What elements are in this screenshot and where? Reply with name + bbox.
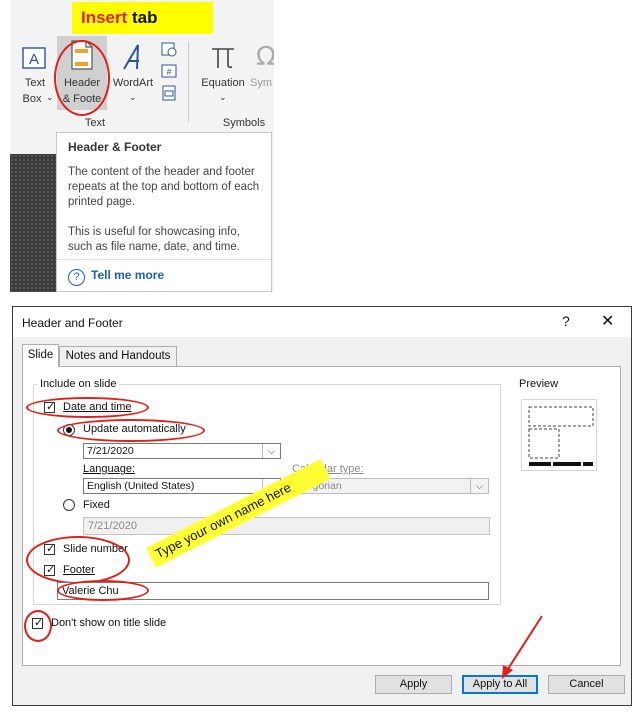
group-divider [188, 42, 189, 122]
omega-icon: Ω [256, 42, 274, 72]
preview-label: Preview [516, 378, 562, 390]
cancel-button[interactable]: Cancel [548, 675, 625, 694]
wordart-label: WordArt [112, 77, 154, 89]
svg-text:#: # [166, 67, 171, 77]
chevron-down-icon: ⌄ [219, 92, 227, 102]
text-box-label-2: Box [22, 93, 42, 105]
group-label-symbols: Symbols [222, 117, 266, 129]
chevron-down-icon: ⌵ [470, 479, 488, 493]
tell-me-more-label: Tell me more [91, 268, 165, 282]
tooltip-title: Header & Footer [68, 140, 162, 154]
chevron-down-icon: ⌄ [46, 92, 54, 102]
include-on-slide-label: Include on slide [37, 378, 120, 390]
tooltip: Header & Footer The content of the heade… [56, 132, 272, 292]
arrow-annotation-icon [502, 615, 543, 679]
wordart-icon [123, 44, 139, 70]
help-button[interactable]: ? [562, 313, 570, 329]
text-box-label-1: Text [24, 77, 46, 89]
insert-tab-note: Insert tab [72, 2, 213, 34]
slide-preview-icon [528, 406, 594, 466]
symbol-button[interactable]: Ω Sym [250, 42, 274, 112]
tooltip-para-2: This is useful for showcasing info, such… [68, 226, 240, 253]
language-label: Language: [83, 463, 135, 475]
tooltip-para-1: The content of the header and footer rep… [68, 166, 260, 208]
slide-number-small-button[interactable]: # [160, 62, 178, 80]
update-automatically-highlight-oval [57, 419, 205, 442]
tab-notes-handouts[interactable]: Notes and Handouts [59, 346, 177, 367]
dialog-titlebar: Header and Footer ? ✕ [13, 307, 631, 337]
object-small-button[interactable] [160, 84, 178, 102]
slide-canvas-background [10, 154, 56, 292]
apply-button[interactable]: Apply [375, 675, 452, 694]
slide-number-icon: # [161, 64, 177, 78]
dont-show-title-label: Don't show on title slide [51, 617, 167, 629]
text-box-button[interactable]: A Text Box ⌄ [14, 42, 56, 112]
object-icon [162, 85, 176, 101]
fixed-date-input[interactable]: 7/21/2020 [83, 517, 490, 535]
tab-slide[interactable]: Slide [22, 344, 59, 367]
close-button[interactable]: ✕ [601, 311, 614, 331]
dialog-title: Header and Footer [22, 316, 123, 330]
group-label-text: Text [84, 117, 106, 129]
tell-me-more-link[interactable]: ? Tell me more [68, 268, 164, 286]
preview-thumbnail [521, 399, 597, 471]
chevron-down-icon: ⌄ [129, 92, 137, 102]
date-time-highlight-oval [26, 397, 149, 418]
equation-button[interactable]: Equation ⌄ [196, 42, 250, 112]
text-box-icon: A [22, 47, 46, 69]
slide-number-footer-highlight-oval [26, 536, 130, 584]
tooltip-divider [57, 259, 271, 260]
equation-label: Equation [201, 77, 245, 89]
svg-text:A: A [29, 51, 39, 68]
date-format-select[interactable]: 7/21/2020 ⌵ [83, 443, 281, 459]
calendar-clock-icon [161, 42, 177, 57]
header-footer-highlight-oval [54, 40, 110, 116]
symbol-label: Sym [250, 77, 272, 89]
language-select[interactable]: English (United States)⌵ [83, 478, 281, 494]
help-icon: ? [68, 269, 85, 286]
date-time-small-button[interactable] [160, 40, 178, 58]
wordart-button[interactable]: WordArt ⌄ [110, 42, 156, 112]
fixed-radio[interactable] [63, 499, 75, 511]
footer-text-highlight-oval [57, 580, 149, 601]
dont-show-title-highlight-oval [24, 610, 52, 642]
chevron-down-icon: ⌵ [262, 444, 280, 458]
fixed-label: Fixed [83, 499, 110, 511]
pi-icon [212, 48, 234, 69]
